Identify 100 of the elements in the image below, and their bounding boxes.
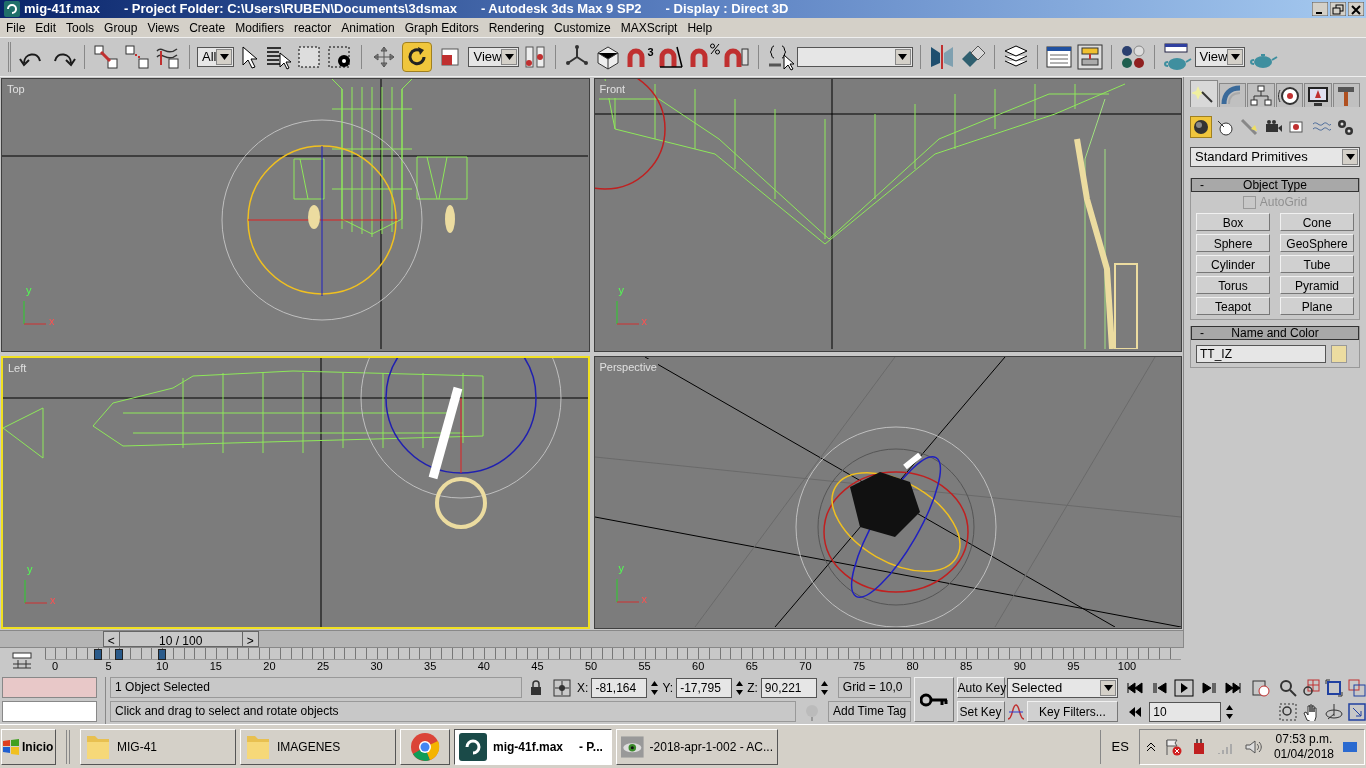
spinner-arrows-icon[interactable]	[819, 678, 829, 697]
animation-key[interactable]	[158, 649, 167, 660]
taskbar-button[interactable]: -2018-apr-1-002 - AC...	[616, 728, 778, 765]
object-color-swatch[interactable]	[1331, 345, 1347, 363]
link-icon[interactable]	[92, 43, 120, 71]
flag-alert-icon[interactable]	[1163, 737, 1182, 756]
render-type-dropdown[interactable]: View	[1194, 47, 1246, 67]
object-type-button[interactable]: Cone	[1280, 213, 1354, 231]
current-frame-field[interactable]: 10	[1149, 701, 1222, 722]
curve-editor-icon[interactable]	[1044, 43, 1073, 71]
motion-tab[interactable]	[1275, 83, 1303, 107]
time-slider[interactable]: < 10 / 100 >	[102, 631, 259, 647]
set-key-mode-button[interactable]: Set Key	[956, 701, 1005, 722]
rotate-icon[interactable]	[402, 42, 433, 72]
animation-key[interactable]	[93, 649, 102, 660]
spinner-arrows-icon[interactable]	[650, 678, 660, 697]
zoom-all-icon[interactable]	[1302, 678, 1320, 697]
selection-filter-dropdown[interactable]: All	[197, 47, 235, 67]
previous-frame-button[interactable]: <	[103, 632, 120, 646]
auto-key-button[interactable]: Auto Key	[956, 677, 1005, 698]
set-key-button[interactable]	[914, 677, 954, 722]
show-desktop-icon[interactable]	[1342, 739, 1358, 754]
maximize-viewport-icon[interactable]	[1348, 702, 1366, 721]
taskbar-button[interactable]: MIG-41	[80, 728, 236, 765]
x-coordinate-field[interactable]: -81,164	[591, 677, 648, 698]
object-type-button[interactable]: Tube	[1280, 255, 1354, 273]
spinner-arrows-icon[interactable]	[735, 678, 745, 697]
object-type-button[interactable]: Sphere	[1196, 234, 1270, 252]
display-tab[interactable]	[1304, 83, 1332, 107]
object-type-button[interactable]: Cylinder	[1196, 255, 1270, 273]
add-time-tag-button[interactable]: Add Time Tag	[828, 701, 912, 722]
maxscript-listener-field[interactable]	[2, 677, 98, 698]
taskbar-button[interactable]: mig-41f.max - P...	[454, 728, 612, 765]
spinner-arrows-icon[interactable]	[1225, 702, 1235, 721]
key-mode-icon[interactable]	[11, 652, 33, 670]
object-type-button[interactable]: GeoSphere	[1280, 234, 1354, 252]
menu-item[interactable]: reactor	[288, 18, 337, 37]
pan-hand-icon[interactable]	[1302, 702, 1320, 721]
orbit-icon[interactable]	[1325, 702, 1343, 721]
rollout-header[interactable]: - Name and Color	[1191, 326, 1359, 340]
language-indicator[interactable]: ES	[1111, 736, 1129, 757]
object-type-button[interactable]: Teapot	[1196, 297, 1270, 315]
menu-item[interactable]: Customize	[549, 18, 616, 37]
object-category-dropdown[interactable]: Standard Primitives	[1190, 147, 1360, 167]
time-configuration-icon[interactable]	[1252, 678, 1270, 697]
menu-item[interactable]: Rendering	[483, 18, 550, 37]
menu-item[interactable]: File	[1, 18, 31, 37]
play-icon[interactable]	[1174, 678, 1195, 697]
zoom-extents-icon[interactable]	[1325, 678, 1343, 697]
close-button[interactable]	[1348, 2, 1364, 16]
menu-item[interactable]: Graph Editors	[399, 18, 484, 37]
key-filters-button[interactable]: Key Filters...	[1026, 701, 1119, 722]
utilities-tab[interactable]	[1332, 83, 1360, 107]
maxscript-input-field[interactable]	[2, 701, 98, 722]
y-coordinate-field[interactable]: -17,795	[676, 677, 733, 698]
minimize-button[interactable]	[1312, 2, 1328, 16]
geometry-category-icon[interactable]	[1190, 116, 1212, 138]
menu-item[interactable]: Views	[142, 18, 185, 37]
named-selection-dropdown[interactable]	[796, 47, 913, 67]
next-frame-button[interactable]: >	[241, 632, 258, 646]
taskbar-button[interactable]: IMAGENES	[240, 728, 396, 765]
hierarchy-tab[interactable]	[1247, 83, 1275, 107]
region-zoom-icon[interactable]	[1279, 702, 1297, 721]
menu-item[interactable]: Help	[682, 18, 718, 37]
zoom-extents-all-icon[interactable]	[1348, 678, 1366, 697]
key-curve-icon[interactable]	[1006, 702, 1025, 721]
clock-time[interactable]: 07:53 p.m.	[1275, 731, 1333, 747]
taskbar-button[interactable]	[400, 728, 450, 765]
rollout-header[interactable]: - Object Type	[1191, 178, 1359, 192]
reference-coordinate-dropdown[interactable]: View	[468, 47, 520, 67]
caret-icon	[1231, 54, 1240, 60]
caret-icon	[898, 54, 908, 60]
menu-item[interactable]: Edit	[30, 18, 62, 37]
schematic-view-icon[interactable]	[1075, 43, 1104, 71]
menu-item[interactable]: Modifiers	[230, 18, 289, 37]
speaker-icon[interactable]	[1243, 737, 1262, 756]
menu-item[interactable]: MAXScript	[615, 18, 683, 37]
object-type-button[interactable]: Pyramid	[1280, 276, 1354, 294]
object-type-button[interactable]: Torus	[1196, 276, 1270, 294]
menu-item[interactable]: Animation	[336, 18, 400, 37]
window-title: - Autodesk 3ds Max 9 SP2	[480, 0, 642, 19]
z-coordinate-field[interactable]: 90,221	[760, 677, 817, 698]
object-type-button[interactable]: Box	[1196, 213, 1270, 231]
render-scene-icon[interactable]	[1161, 42, 1192, 72]
show-hidden-icons-icon[interactable]	[1145, 741, 1156, 752]
menu-item[interactable]: Create	[184, 18, 231, 37]
key-mode-dropdown[interactable]: Selected	[1006, 677, 1119, 698]
object-name-field[interactable]: TT_IZ	[1196, 345, 1326, 363]
object-type-button[interactable]: Plane	[1280, 297, 1354, 315]
create-tab[interactable]	[1190, 80, 1218, 107]
unlink-icon[interactable]	[123, 43, 151, 71]
modify-tab[interactable]	[1218, 83, 1246, 107]
clock-date[interactable]: 01/04/2018	[1273, 746, 1334, 762]
restore-button[interactable]	[1330, 2, 1346, 16]
menu-item[interactable]: Group	[99, 18, 143, 37]
menu-item[interactable]: Tools	[61, 18, 100, 37]
animation-key[interactable]	[115, 649, 124, 660]
absolute-mode-icon[interactable]	[553, 678, 572, 697]
zoom-icon[interactable]	[1279, 678, 1297, 697]
start-button[interactable]: Inicio	[1, 728, 56, 765]
